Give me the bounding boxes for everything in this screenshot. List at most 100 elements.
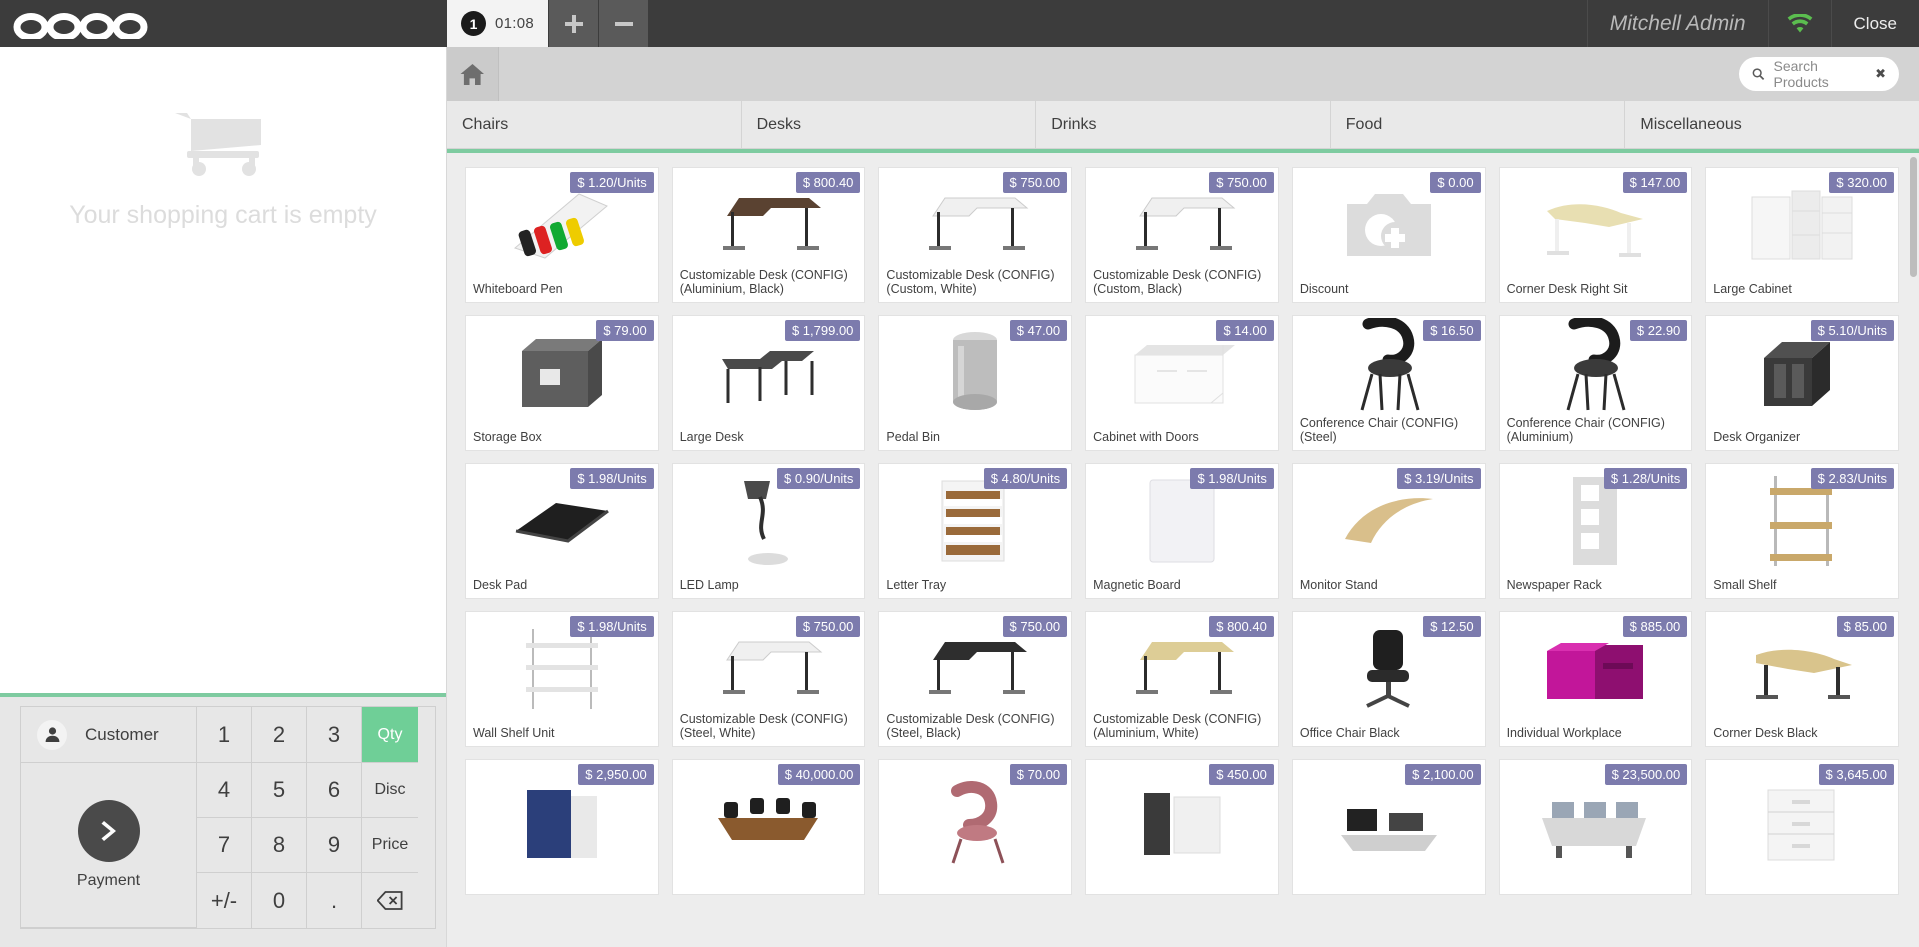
search-input[interactable]: Search Products ✖: [1739, 57, 1899, 91]
product-price: $ 800.40: [1209, 616, 1274, 637]
product-card[interactable]: $ 12.50 Office Chair Black: [1291, 611, 1486, 747]
numpad-key-9[interactable]: 9: [307, 818, 362, 873]
numpad-key-0[interactable]: 0: [252, 873, 307, 928]
product-card[interactable]: $ 5.10/Units Desk Organizer: [1705, 315, 1899, 451]
product-card[interactable]: $ 70.00: [878, 759, 1073, 895]
product-card[interactable]: $ 1.28/Units Newspaper Rack: [1498, 463, 1693, 599]
numpad: Customer 1 2 3 Qty Payment 4 5 6 Disc 7 …: [20, 706, 436, 929]
category-tab-desks[interactable]: Desks: [741, 101, 1037, 149]
close-button[interactable]: Close: [1830, 0, 1919, 47]
product-card[interactable]: $ 450.00: [1085, 759, 1279, 895]
product-name: Monitor Stand: [1299, 578, 1378, 592]
product-name: Conference Chair (CONFIG) (Aluminium): [1506, 416, 1665, 444]
remove-order-button[interactable]: [598, 0, 649, 47]
customer-label: Customer: [85, 724, 159, 744]
product-price: $ 2.83/Units: [1810, 468, 1894, 489]
product-card[interactable]: $ 14.00 Cabinet with Doors: [1085, 315, 1279, 451]
category-tab-food[interactable]: Food: [1330, 101, 1626, 149]
numpad-key-8[interactable]: 8: [252, 818, 307, 873]
search-bar: Search Products ✖: [447, 47, 1919, 101]
numpad-key-6[interactable]: 6: [307, 763, 362, 818]
category-tab-miscellaneous[interactable]: Miscellaneous: [1625, 101, 1919, 149]
wifi-status[interactable]: [1767, 0, 1831, 47]
empty-cart-placeholder: Your shopping cart is empty: [0, 47, 446, 693]
topbar-right: Mitchell Admin Close: [1586, 0, 1919, 47]
product-card[interactable]: $ 750.00 Customizable Desk (CONFIG) (Cust…: [1085, 167, 1279, 303]
product-name: Corner Desk Black: [1713, 726, 1818, 740]
product-price: $ 450.00: [1209, 764, 1274, 785]
product-price: $ 147.00: [1622, 172, 1688, 193]
product-card[interactable]: $ 85.00 Corner Desk Black: [1705, 611, 1899, 747]
product-card[interactable]: $ 40,000.00: [671, 759, 866, 895]
order-tab-1[interactable]: 1 01:08: [447, 0, 549, 47]
product-name: [466, 888, 658, 894]
product-card[interactable]: $ 800.40 Customizable Desk (CONFIG) (Alum…: [671, 167, 866, 303]
odoo-wordmark-icon: [13, 12, 148, 39]
product-card[interactable]: $ 800.40 Customizable Desk (CONFIG) (Alum…: [1085, 611, 1279, 747]
customer-button[interactable]: Customer: [21, 707, 197, 763]
numpad-mode-price[interactable]: Price: [362, 818, 418, 873]
numpad-key-1[interactable]: 1: [197, 707, 252, 763]
product-grid-scrollbar[interactable]: [1910, 157, 1917, 277]
numpad-key-4[interactable]: 4: [197, 763, 252, 818]
numpad-key-decimal[interactable]: .: [307, 873, 362, 928]
product-card[interactable]: $ 1.20/Units Whiteboard Pen: [465, 167, 659, 303]
product-card[interactable]: $ 23,500.00: [1498, 759, 1693, 895]
product-grid: $ 1.20/Units Whiteboard Pen $ 800.40 Custom…: [447, 153, 1919, 895]
username-label[interactable]: Mitchell Admin: [1586, 0, 1768, 47]
product-card[interactable]: $ 750.00 Customizable Desk (CONFIG) (Stee…: [671, 611, 866, 747]
product-price: $ 85.00: [1836, 616, 1894, 637]
product-card[interactable]: $ 750.00 Customizable Desk (CONFIG) (Cust…: [878, 167, 1073, 303]
product-price: $ 1.98/Units: [570, 616, 654, 637]
numpad-mode-qty[interactable]: Qty: [362, 707, 418, 763]
numpad-key-7[interactable]: 7: [197, 818, 252, 873]
numpad-backspace-button[interactable]: [362, 873, 418, 928]
product-price: $ 5.10/Units: [1810, 320, 1894, 341]
shopping-cart-icon: [175, 113, 261, 176]
product-card[interactable]: $ 3.19/Units Monitor Stand: [1291, 463, 1486, 599]
numpad-key-5[interactable]: 5: [252, 763, 307, 818]
product-card[interactable]: $ 4.80/Units Letter Tray: [878, 463, 1073, 599]
product-card[interactable]: $ 2.83/Units Small Shelf: [1705, 463, 1899, 599]
product-card[interactable]: $ 147.00 Corner Desk Right Sit: [1498, 167, 1693, 303]
payment-button[interactable]: Payment: [21, 763, 197, 928]
product-card[interactable]: $ 885.00 Individual Workplace: [1498, 611, 1693, 747]
product-card[interactable]: $ 1,799.00 Large Desk: [671, 315, 866, 451]
product-price: $ 2,100.00: [1405, 764, 1481, 785]
numpad-key-3[interactable]: 3: [307, 707, 362, 763]
add-order-button[interactable]: [548, 0, 599, 47]
clear-search-button[interactable]: ✖: [1875, 66, 1886, 82]
product-name: Customizable Desk (CONFIG) (Steel, Black…: [886, 712, 1055, 740]
product-card[interactable]: $ 1.98/Units Desk Pad: [465, 463, 659, 599]
category-tab-chairs[interactable]: Chairs: [447, 101, 742, 149]
payment-circle: [77, 800, 140, 862]
product-card[interactable]: $ 0.90/Units LED Lamp: [671, 463, 866, 599]
numpad-key-sign[interactable]: +/-: [197, 873, 252, 928]
product-card[interactable]: $ 1.98/Units Wall Shelf Unit: [465, 611, 659, 747]
product-grid-wrap: $ 1.20/Units Whiteboard Pen $ 800.40 Custom…: [447, 153, 1919, 947]
home-button[interactable]: [447, 47, 499, 101]
numpad-key-2[interactable]: 2: [252, 707, 307, 763]
product-name: Large Cabinet: [1713, 282, 1792, 296]
product-card[interactable]: $ 47.00 Pedal Bin: [878, 315, 1073, 451]
product-name: LED Lamp: [679, 578, 739, 592]
product-name: Desk Pad: [473, 578, 528, 592]
product-card[interactable]: $ 79.00 Storage Box: [465, 315, 659, 451]
product-price: $ 320.00: [1829, 172, 1894, 193]
product-name: [1706, 888, 1898, 894]
product-card[interactable]: $ 1.98/Units Magnetic Board: [1085, 463, 1279, 599]
product-card[interactable]: $ 0.00 Discount: [1291, 167, 1486, 303]
product-price: $ 750.00: [1209, 172, 1274, 193]
product-card[interactable]: $ 16.50 Conference Chair (CONFIG) (Steel): [1291, 315, 1486, 451]
product-card[interactable]: $ 22.90 Conference Chair (CONFIG) (Alumin…: [1498, 315, 1693, 451]
category-tab-drinks[interactable]: Drinks: [1036, 101, 1331, 149]
product-price: $ 16.50: [1423, 320, 1481, 341]
product-card[interactable]: $ 2,950.00: [465, 759, 659, 895]
product-price: $ 3.19/Units: [1397, 468, 1481, 489]
product-card[interactable]: $ 3,645.00: [1705, 759, 1899, 895]
product-card[interactable]: $ 2,100.00: [1291, 759, 1486, 895]
numpad-mode-disc[interactable]: Disc: [362, 763, 418, 818]
product-card[interactable]: $ 750.00 Customizable Desk (CONFIG) (Stee…: [878, 611, 1073, 747]
product-card[interactable]: $ 320.00 Large Cabinet: [1705, 167, 1899, 303]
product-price: $ 3,645.00: [1818, 764, 1894, 785]
